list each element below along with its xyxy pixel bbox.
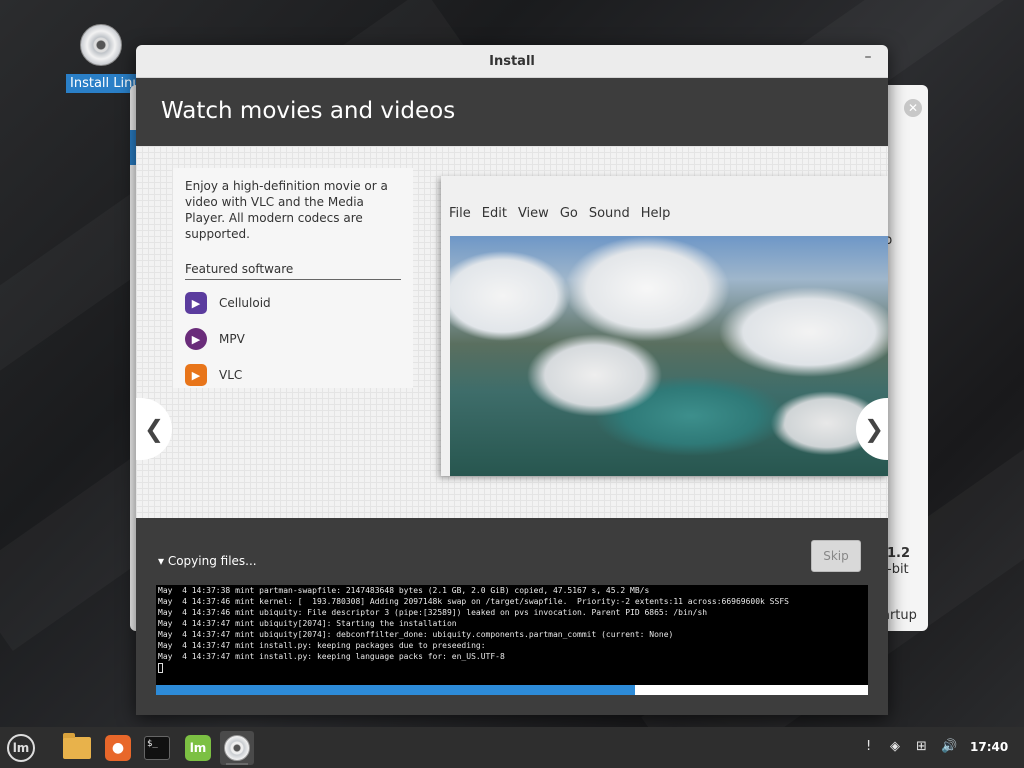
slide-title: Watch movies and videos	[161, 98, 456, 124]
menu-button[interactable]: lm	[4, 731, 38, 765]
mock-menu-file: File	[449, 206, 471, 221]
slide-text-panel: Enjoy a high-definition movie or a video…	[173, 168, 413, 388]
files-button[interactable]	[60, 731, 94, 765]
window-title: Install	[489, 54, 535, 69]
background-text: -bit	[887, 562, 909, 577]
mock-menu-sound: Sound	[588, 206, 630, 221]
terminal-icon: $_	[144, 736, 170, 760]
app-item-mpv: ▶ MPV	[185, 326, 401, 352]
app-item-vlc: ▶ VLC	[185, 362, 401, 388]
taskbar: lm ● $_ lm ! ◈ ⊞ 🔊 17:40	[0, 727, 1024, 768]
mock-menu-help: Help	[640, 206, 671, 221]
clock[interactable]: 17:40	[970, 740, 1008, 754]
log-line: May 4 14:37:46 mint ubiquity: File descr…	[158, 608, 708, 617]
desktop-install-icon[interactable]: Install Linux Mint	[66, 24, 185, 93]
network-icon[interactable]: ⊞	[916, 739, 927, 754]
chevron-right-icon: ❯	[863, 415, 885, 443]
video-frame	[450, 236, 888, 476]
volume-icon[interactable]: 🔊	[941, 739, 957, 754]
app-label: MPV	[219, 332, 245, 346]
terminal-button[interactable]: $_	[140, 731, 174, 765]
slide-description: Enjoy a high-definition movie or a video…	[185, 179, 388, 241]
log-line: May 4 14:37:46 mint kernel: [ 193.780308…	[158, 597, 789, 606]
update-manager-button[interactable]: lm	[181, 731, 215, 765]
log-line: May 4 14:37:47 mint install.py: keeping …	[158, 652, 505, 661]
firefox-icon: ●	[105, 735, 131, 761]
disc-icon	[80, 24, 122, 66]
mpv-icon: ▶	[185, 328, 207, 350]
app-label: Celluloid	[219, 296, 271, 310]
app-item-celluloid: ▶ Celluloid	[185, 290, 401, 316]
close-icon[interactable]: ✕	[904, 99, 922, 117]
vlc-icon: ▶	[185, 364, 207, 386]
update-manager-icon: lm	[185, 735, 211, 761]
progress-section: ▾ Copying files... Skip May 4 14:37:38 m…	[136, 518, 888, 715]
slide-header: Watch movies and videos	[136, 78, 888, 146]
featured-software-heading: Featured software	[185, 262, 401, 280]
progress-fill	[156, 685, 636, 695]
app-label: VLC	[219, 368, 243, 382]
mock-menu-bar: File Edit View Go Sound Help	[441, 206, 888, 230]
text-cursor	[158, 663, 163, 673]
slideshow: Enjoy a high-definition movie or a video…	[136, 146, 888, 518]
title-bar[interactable]: Install –	[136, 45, 888, 78]
desktop-background: Install Linux Mint ✕ p 1.2 -bit artup In…	[0, 0, 1024, 727]
active-indicator	[226, 763, 248, 765]
copying-files-expander[interactable]: ▾ Copying files...	[158, 554, 257, 568]
mock-menu-view: View	[517, 206, 549, 221]
folder-icon	[63, 733, 91, 759]
minimize-button[interactable]: –	[858, 49, 878, 65]
mock-menu-edit: Edit	[481, 206, 507, 221]
skip-button[interactable]: Skip	[811, 540, 861, 572]
celluloid-icon: ▶	[185, 292, 207, 314]
install-progress-bar	[156, 685, 868, 695]
previous-slide-button[interactable]: ❮	[136, 398, 172, 460]
chevron-left-icon: ❮	[143, 415, 165, 443]
log-line: May 4 14:37:47 mint ubiquity[2074]: Star…	[158, 619, 457, 628]
shield-icon[interactable]: ◈	[890, 739, 900, 754]
background-text: 1.2	[887, 546, 911, 561]
disc-icon	[224, 735, 250, 761]
log-line: May 4 14:37:47 mint install.py: keeping …	[158, 641, 486, 650]
log-line: May 4 14:37:47 mint ubiquity[2074]: debc…	[158, 630, 674, 639]
mint-menu-icon: lm	[7, 734, 35, 762]
media-player-screenshot: File Edit View Go Sound Help	[441, 176, 888, 476]
notifications-icon[interactable]: !	[866, 739, 871, 754]
mock-menu-go: Go	[559, 206, 578, 221]
installer-taskbar-button[interactable]	[220, 731, 254, 765]
install-window: Install – Watch movies and videos Enjoy …	[136, 45, 888, 715]
install-log[interactable]: May 4 14:37:38 mint partman-swapfile: 21…	[156, 585, 868, 685]
log-line: May 4 14:37:38 mint partman-swapfile: 21…	[158, 586, 650, 595]
firefox-button[interactable]: ●	[101, 731, 135, 765]
